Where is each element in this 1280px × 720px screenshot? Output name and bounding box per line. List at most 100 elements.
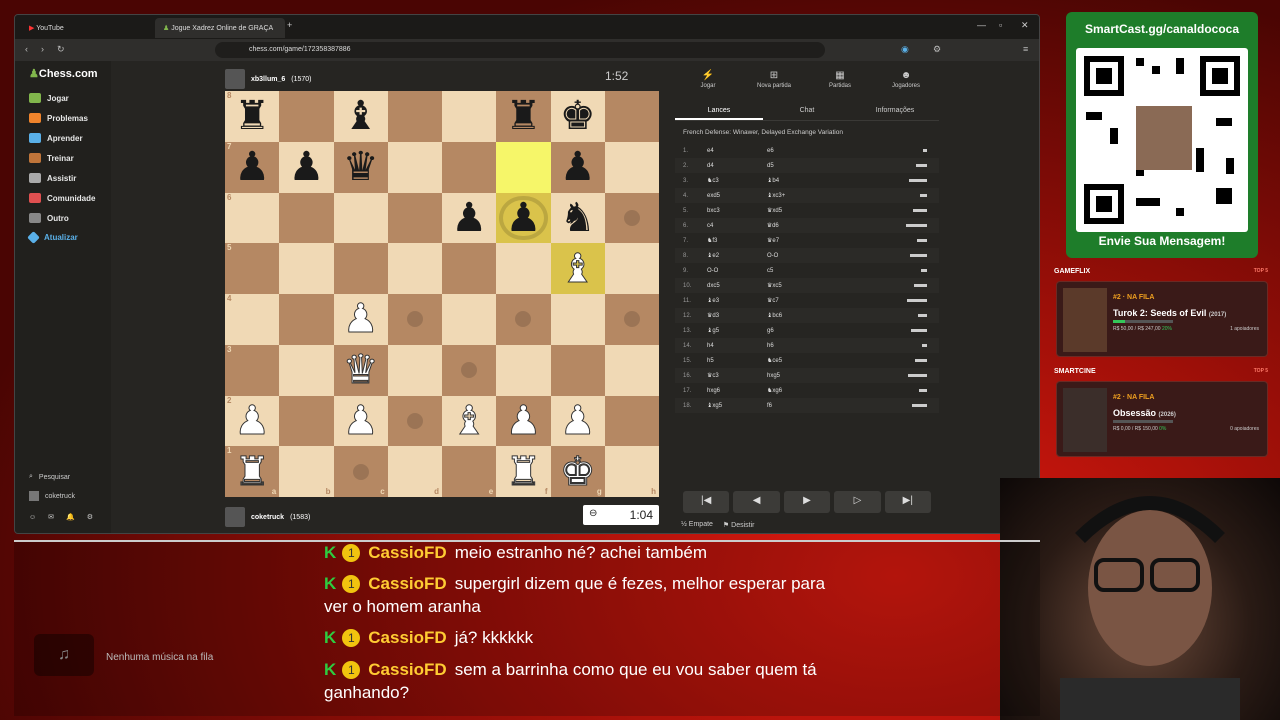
menu-icon[interactable]: ≡ — [1023, 44, 1028, 54]
tab-youtube[interactable]: ▶ YouTube — [21, 18, 151, 38]
move-hint-dot[interactable] — [515, 311, 532, 328]
white-move[interactable]: c4 — [699, 223, 767, 229]
friends-icon[interactable]: ☺ — [29, 514, 36, 521]
black-move[interactable]: O-O — [767, 253, 907, 259]
new-tab-button[interactable]: + — [287, 20, 292, 30]
move-hint-dot[interactable] — [406, 412, 423, 429]
white-move[interactable]: d4 — [699, 163, 767, 169]
white-queen-icon[interactable]: ♛ — [342, 350, 379, 391]
first-move-button[interactable]: |◀ — [683, 491, 730, 513]
square-d8[interactable] — [387, 91, 442, 142]
white-bishop-icon[interactable]: ♝ — [559, 248, 596, 289]
square-e2[interactable]: ♝ — [442, 395, 497, 447]
settings-icon[interactable]: ⚙ — [933, 44, 941, 55]
square-g7[interactable]: ♟ — [550, 141, 605, 193]
black-move[interactable]: g6 — [767, 328, 907, 334]
white-pawn-icon[interactable]: ♟ — [505, 400, 542, 441]
square-c6[interactable] — [333, 192, 388, 244]
square-c4[interactable]: ♟ — [333, 294, 388, 345]
square-e6[interactable]: ♟ — [442, 192, 497, 244]
square-g2[interactable]: ♟ — [550, 395, 605, 447]
black-move[interactable]: ♛e7 — [767, 237, 907, 244]
white-move[interactable]: ♞f3 — [699, 237, 767, 244]
square-a5[interactable]: 5 — [225, 243, 280, 294]
square-f2[interactable]: ♟ — [496, 395, 551, 447]
square-a7[interactable]: 7 ♟ — [225, 141, 280, 193]
black-move[interactable]: ♛d6 — [767, 222, 906, 229]
black-knight-icon[interactable]: ♞ — [560, 198, 596, 238]
white-rook-icon[interactable]: ♜ — [505, 451, 542, 492]
white-move[interactable]: h5 — [699, 358, 767, 364]
square-e5[interactable] — [442, 243, 497, 294]
tab-informacoes[interactable]: Informações — [851, 101, 939, 120]
tab-jogar[interactable]: ⚡ Jogar — [675, 65, 741, 101]
sidebar-item-outro[interactable]: Outro — [29, 213, 69, 223]
draw-button[interactable]: ½ Empate — [681, 521, 713, 529]
chess-board[interactable]: 8 ♜ ♝ ♜ ♚ 7 ♟ ♟ ♛ ♟ 6 ♟ ♟ ♞ 5 ♝ 4 ♟ 3 ♛ 2 ♟ ♟ ♝ ♟ ♟ 1 a ♜ b c d e f ♜ g ♚ h — [225, 91, 659, 497]
move-hint-dot[interactable] — [352, 463, 369, 480]
square-a1[interactable]: 1 a ♜ — [225, 446, 280, 497]
sidebar-item-aprender[interactable]: Aprender — [29, 133, 83, 143]
square-h3[interactable] — [604, 344, 659, 396]
black-move[interactable]: e6 — [767, 148, 907, 154]
square-g5[interactable]: ♝ — [550, 243, 605, 294]
black-move[interactable]: d5 — [767, 163, 907, 169]
black-pawn-icon[interactable]: ♟ — [451, 198, 487, 238]
square-c3[interactable]: ♛ — [333, 344, 388, 396]
white-move[interactable]: ♝e3 — [699, 297, 767, 304]
black-move[interactable]: ♛xd5 — [767, 207, 907, 214]
sidebar-item-problemas[interactable]: Problemas — [29, 113, 88, 123]
black-move[interactable]: ♞ce5 — [767, 357, 907, 364]
maximize-button[interactable]: ▫ — [999, 20, 1002, 30]
black-move[interactable]: h6 — [767, 343, 907, 349]
tab-chess[interactable]: ♟ Jogue Xadrez Online de GRAÇA — [155, 18, 285, 38]
square-f4[interactable] — [496, 294, 551, 345]
black-move[interactable]: ♝bc6 — [767, 312, 907, 319]
tab-chat[interactable]: Chat — [763, 101, 851, 120]
white-move[interactable]: h4 — [699, 343, 767, 349]
square-g8[interactable]: ♚ — [550, 91, 605, 142]
square-h7[interactable] — [604, 141, 659, 193]
black-move[interactable]: ♛xc5 — [767, 282, 907, 289]
white-rook-icon[interactable]: ♜ — [234, 451, 271, 492]
square-a8[interactable]: 8 ♜ — [225, 91, 280, 142]
square-c7[interactable]: ♛ — [333, 141, 388, 193]
square-b8[interactable] — [279, 91, 334, 142]
square-b4[interactable] — [279, 294, 334, 345]
square-d3[interactable] — [387, 344, 442, 396]
sidebar-item-assistir[interactable]: Assistir — [29, 173, 76, 183]
reload-icon[interactable]: ↻ — [57, 44, 65, 55]
square-b2[interactable] — [279, 395, 334, 447]
black-move[interactable]: hxg5 — [767, 373, 907, 379]
square-h8[interactable] — [604, 91, 659, 142]
square-e7[interactable] — [442, 141, 497, 193]
square-b5[interactable] — [279, 243, 334, 294]
last-move-button[interactable]: ▶| — [884, 491, 932, 513]
square-f6[interactable]: ♟ — [496, 192, 551, 244]
mail-icon[interactable]: ✉ — [48, 513, 54, 521]
black-bishop-icon[interactable]: ♝ — [343, 96, 379, 136]
white-bishop-icon[interactable]: ♝ — [451, 400, 488, 441]
square-d4[interactable] — [387, 294, 442, 345]
black-pawn-icon[interactable]: ♟ — [288, 147, 324, 187]
square-d7[interactable] — [387, 141, 442, 193]
white-move[interactable]: O-O — [699, 268, 767, 274]
square-h2[interactable] — [604, 395, 659, 447]
tab-partidas[interactable]: ▦ Partidas — [807, 65, 873, 101]
url-input[interactable]: chess.com/game/172358387886 — [215, 42, 825, 58]
square-f5[interactable] — [496, 243, 551, 294]
sidebar-item-treinar[interactable]: Treinar — [29, 153, 74, 163]
sidebar-user[interactable]: coketruck — [29, 491, 75, 501]
black-move[interactable]: ♝xc3+ — [767, 192, 907, 199]
forward-icon[interactable]: › — [41, 44, 44, 54]
sidebar-search[interactable]: ⌕ Pesquisar — [29, 473, 70, 481]
square-e3[interactable] — [442, 344, 497, 396]
black-pawn-icon[interactable]: ♟ — [560, 147, 596, 187]
gear-icon[interactable]: ⚙ — [87, 513, 93, 521]
white-pawn-icon[interactable]: ♟ — [559, 400, 596, 441]
extension-icon[interactable]: ◉ — [901, 44, 909, 55]
play-button[interactable]: ▶ — [783, 491, 831, 513]
black-rook-icon[interactable]: ♜ — [234, 96, 270, 136]
black-queen-icon[interactable]: ♛ — [343, 147, 379, 187]
square-h4[interactable] — [604, 294, 659, 345]
